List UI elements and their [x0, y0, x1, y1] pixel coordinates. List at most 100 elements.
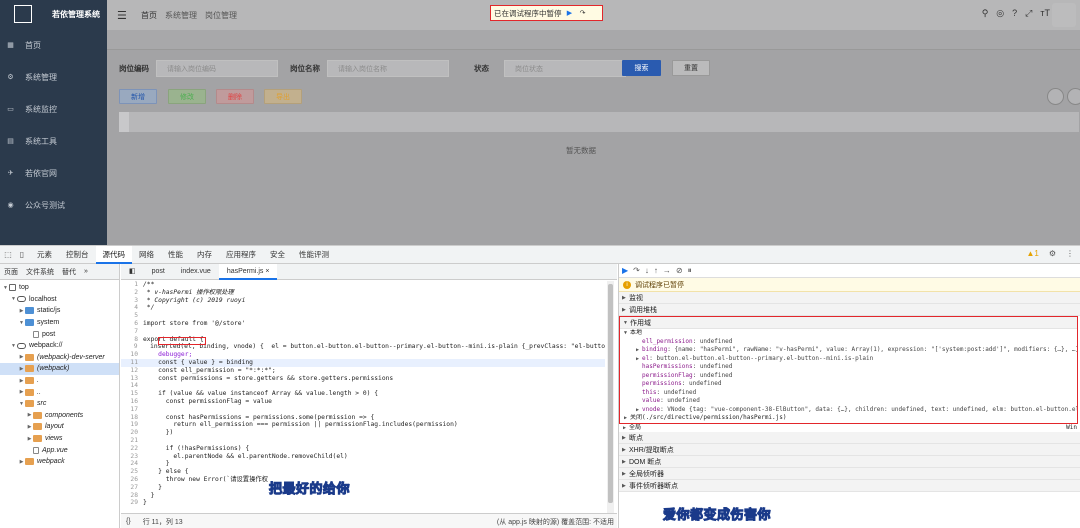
tree-arrow-icon[interactable]: ▶ — [18, 378, 25, 384]
devtools-tab[interactable]: 网络 — [132, 246, 161, 264]
avatar[interactable] — [1052, 3, 1076, 27]
toggle-search-button[interactable] — [1047, 88, 1064, 105]
debugger-section[interactable]: ▶ XHR/提取断点 — [619, 444, 1080, 456]
search-button[interactable]: 搜索 — [622, 60, 661, 76]
line-number[interactable]: 2 — [121, 289, 143, 297]
github-icon[interactable]: ◎ — [996, 8, 1004, 19]
reset-button[interactable]: 重置 — [672, 60, 710, 76]
file-tree-item[interactable]: ▼ system — [0, 317, 119, 329]
scope-variable[interactable]: permissions: undefined — [620, 380, 1077, 389]
code-view[interactable]: 1/** 2 * v-hasPermi 操作权限处理 3 * Copyright (… — [121, 281, 605, 513]
scope-variable[interactable]: this: undefined — [620, 389, 1077, 398]
sidebar-item[interactable]: ⚙ 系统管理 — [0, 61, 107, 93]
braces-icon[interactable]: {} — [126, 518, 131, 525]
search-icon[interactable]: ⚲ — [982, 8, 989, 19]
navigator-tab[interactable]: 文件系统 — [22, 267, 58, 277]
sidebar-item[interactable]: ▭ 系统监控 — [0, 93, 107, 125]
editor-scrollbar[interactable] — [607, 281, 614, 513]
scope-section[interactable]: ▼ 作用域 — [620, 317, 1077, 329]
line-number[interactable]: 27 — [121, 484, 143, 492]
line-number[interactable]: 29 — [121, 499, 143, 507]
step-icon[interactable]: → — [663, 266, 671, 275]
sidebar-item[interactable]: ▤ 系统工具 — [0, 125, 107, 157]
devtools-tab[interactable]: 源代码 — [95, 245, 132, 264]
tree-arrow-icon[interactable]: ▼ — [10, 296, 17, 302]
devtools-tab[interactable]: 控制台 — [59, 246, 96, 264]
edit-button[interactable]: 修改 — [168, 89, 206, 104]
select-all-checkbox[interactable] — [119, 112, 129, 132]
line-number[interactable]: 19 — [121, 421, 143, 429]
sidebar-item[interactable]: ◉ 公众号测试 — [0, 189, 107, 221]
hamburger-icon[interactable]: ☰ — [117, 9, 127, 22]
file-tree-item[interactable]: ▶ (webpack)-dev-server — [0, 352, 119, 364]
debugger-section[interactable]: ▶ 断点 — [619, 432, 1080, 444]
devtools-tab[interactable]: 安全 — [263, 246, 292, 264]
closure-scope[interactable]: ▶ 关闭(./src/directive/permission/hasPermi.… — [620, 414, 1077, 423]
debugger-section[interactable]: ▶ 事件侦听器断点 — [619, 480, 1080, 492]
line-number[interactable]: 18 — [121, 414, 143, 422]
resume-icon[interactable]: ▶︎ — [565, 8, 575, 18]
font-size-icon[interactable]: ᴛT — [1040, 8, 1050, 19]
line-number[interactable]: 9 — [121, 343, 142, 351]
line-number[interactable]: 7 — [121, 328, 143, 336]
post-code-input[interactable]: 请输入岗位编码 — [156, 60, 278, 77]
file-tree-item[interactable]: ▼ top — [0, 282, 119, 294]
line-number[interactable]: 16 — [121, 398, 143, 406]
line-number[interactable]: 17 — [121, 406, 143, 414]
line-number[interactable]: 14 — [121, 382, 143, 390]
line-number[interactable]: 3 — [121, 297, 143, 305]
scope-variable[interactable]: ell_permission: undefined — [620, 338, 1077, 347]
navigator-tab[interactable]: 页面 — [0, 267, 22, 277]
file-tree-item[interactable]: ▶ components — [0, 410, 119, 422]
devtools-tab[interactable]: 内存 — [190, 246, 219, 264]
sidebar-item[interactable]: ✈ 若依官网 — [0, 157, 107, 189]
line-number[interactable]: 22 — [121, 445, 143, 453]
delete-button[interactable]: 删除 — [216, 89, 254, 104]
file-tree-item[interactable]: ▼ localhost — [0, 294, 119, 306]
app-logo[interactable]: 若依管理系统 — [0, 0, 107, 28]
line-number[interactable]: 5 — [121, 312, 143, 320]
more-icon[interactable]: ⋮ — [1066, 249, 1074, 258]
scope-variable[interactable]: ▶ el: button.el-button.el-button--primary… — [620, 355, 1077, 364]
editor-tab[interactable]: post — [144, 264, 173, 280]
post-name-input[interactable]: 请输入岗位名称 — [327, 60, 449, 77]
line-number[interactable]: 24 — [121, 460, 143, 468]
step-into-icon[interactable]: ↓ — [645, 266, 649, 275]
file-tree-item[interactable]: ▶. — [0, 375, 119, 387]
line-number[interactable]: 10 — [121, 351, 143, 359]
debugger-section[interactable]: ▶ 调用堆栈 — [619, 304, 1080, 316]
status-select[interactable]: 岗位状态 — [504, 60, 626, 77]
editor-tab[interactable]: index.vue — [173, 264, 219, 280]
tree-arrow-icon[interactable]: ▶ — [18, 366, 25, 372]
breadcrumb-system[interactable]: 系统管理 — [165, 10, 197, 21]
pause-on-exceptions-icon[interactable]: ⏸ — [688, 266, 692, 276]
refresh-button[interactable] — [1067, 88, 1080, 105]
line-number[interactable]: 8 — [121, 336, 143, 344]
local-scope-header[interactable]: ▼ 本地 — [620, 329, 1077, 338]
device-toolbar-icon[interactable]: ▯ — [16, 249, 28, 261]
devtools-tab[interactable]: 性能评测 — [292, 246, 336, 264]
export-button[interactable]: 导出 — [264, 89, 302, 104]
warning-icon[interactable]: ▲1 — [1026, 249, 1038, 258]
navigator-tab[interactable]: » — [80, 268, 92, 275]
line-number[interactable]: 13 — [121, 375, 143, 383]
file-tree-item[interactable]: ▶ static/js — [0, 305, 119, 317]
file-tree-item[interactable]: ▼ src — [0, 398, 119, 410]
breadcrumb-home[interactable]: 首页 — [141, 10, 157, 21]
line-number[interactable]: 15 — [121, 390, 143, 398]
tree-arrow-icon[interactable]: ▼ — [2, 285, 9, 291]
resume-icon[interactable]: ▶︎ — [622, 266, 628, 275]
tree-arrow-icon[interactable]: ▼ — [10, 343, 17, 349]
step-over-icon[interactable]: ↷ — [633, 266, 640, 275]
line-number[interactable]: 11 — [121, 359, 143, 367]
line-number[interactable]: 28 — [121, 492, 143, 500]
sidebar-item[interactable]: ▦ 首页 — [0, 29, 107, 61]
navigator-tab[interactable]: 替代 — [58, 267, 80, 277]
file-tree-item[interactable]: ▶ views — [0, 433, 119, 445]
tree-arrow-icon[interactable]: ▼ — [18, 401, 25, 407]
line-number[interactable]: 4 — [121, 304, 143, 312]
tree-arrow-icon[interactable]: ▶ — [26, 424, 33, 430]
tree-arrow-icon[interactable]: ▶ — [18, 308, 25, 314]
debugger-section[interactable]: ▶ DOM 断点 — [619, 456, 1080, 468]
debugger-section[interactable]: ▶ 全局侦听器 — [619, 468, 1080, 480]
